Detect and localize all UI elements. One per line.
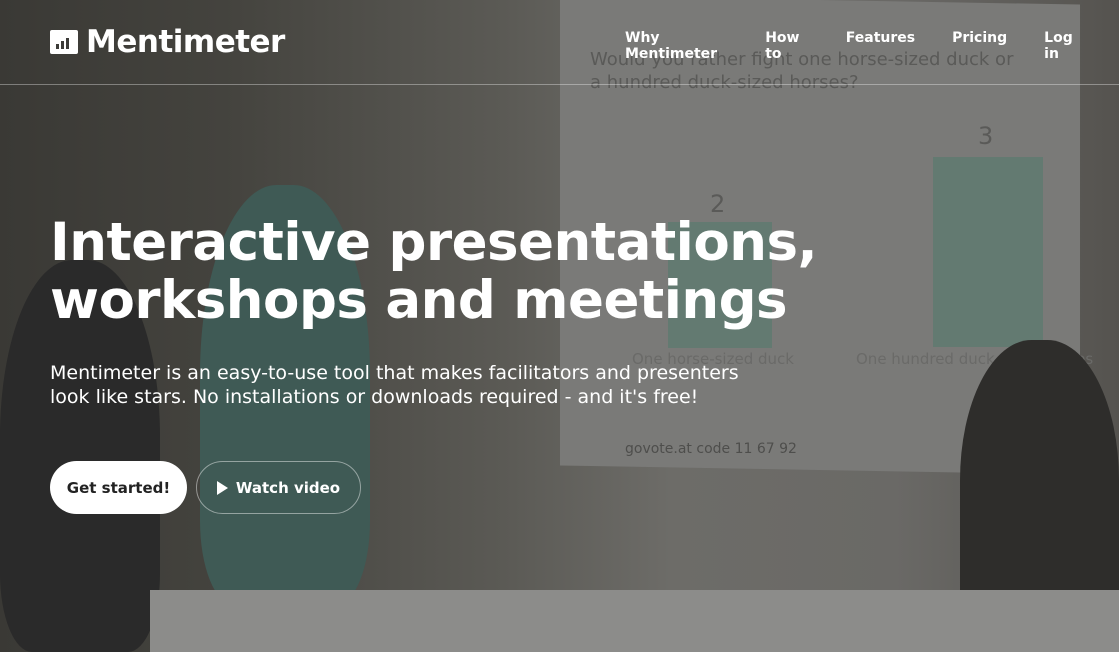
hero-title: Interactive presentations, workshops and … (50, 212, 818, 331)
slide-bar-value: 3 (978, 122, 994, 150)
hero-title-line: workshops and meetings (50, 270, 788, 331)
logo[interactable]: Mentimeter (50, 24, 285, 60)
hero-subtitle: Mentimeter is an easy-to-use tool that m… (50, 361, 770, 409)
site-header: Mentimeter Why Mentimeter How to Feature… (0, 0, 1119, 85)
hero-subtitle-line: Mentimeter is an easy-to-use tool that m… (50, 362, 739, 384)
slide-bar (933, 157, 1043, 347)
main-nav: Why Mentimeter How to Features Pricing L… (625, 30, 1119, 62)
nav-how-to[interactable]: How to (765, 30, 809, 62)
nav-log-in[interactable]: Log in (1044, 30, 1082, 62)
hero-title-line: Interactive presentations, (50, 212, 818, 273)
nav-why-mentimeter[interactable]: Why Mentimeter (625, 30, 728, 62)
nav-pricing[interactable]: Pricing (952, 30, 1007, 62)
play-icon (216, 480, 228, 495)
watch-video-button[interactable]: Watch video (196, 461, 361, 514)
table (150, 590, 1119, 652)
nav-features[interactable]: Features (846, 30, 915, 62)
get-started-button[interactable]: Get started! (50, 461, 187, 514)
slide-code: govote.at code 11 67 92 (625, 441, 797, 457)
brand-name: Mentimeter (86, 24, 285, 60)
hero-subtitle-line: look like stars. No installations or dow… (50, 386, 699, 408)
watch-video-label: Watch video (235, 478, 341, 497)
logo-bars-icon (50, 30, 78, 54)
